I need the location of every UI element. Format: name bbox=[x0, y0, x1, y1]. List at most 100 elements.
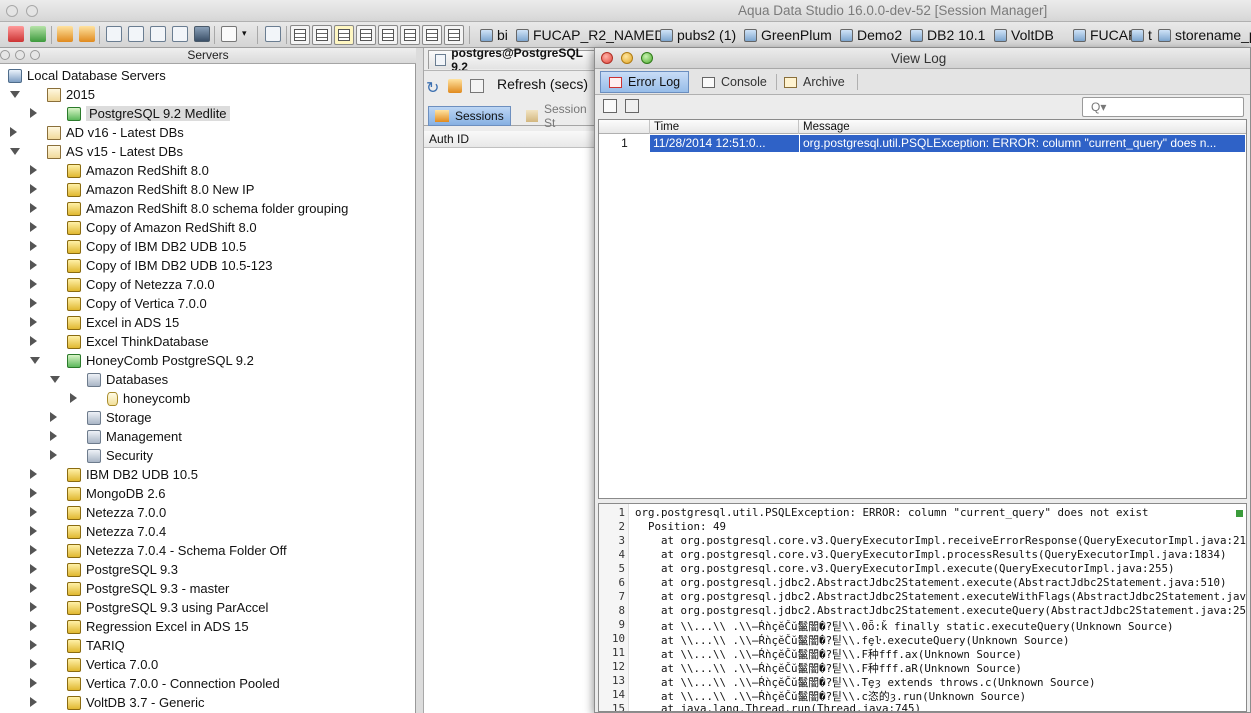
tree-item[interactable]: Copy of Netezza 7.0.0 bbox=[30, 275, 215, 294]
tab-session-statistics[interactable]: Session St bbox=[520, 102, 599, 130]
panel-minimize-icon[interactable] bbox=[15, 50, 25, 60]
expand-arrow-icon[interactable] bbox=[30, 488, 37, 498]
chart-view-icon[interactable] bbox=[444, 25, 464, 45]
collapse-arrow-icon[interactable] bbox=[10, 148, 20, 155]
tree-view-icon[interactable] bbox=[400, 25, 420, 45]
tab-session-manager[interactable]: postgres@PostgreSQL 9.2 bbox=[428, 46, 599, 74]
tree-item[interactable]: Copy of Vertica 7.0.0 bbox=[30, 294, 207, 313]
tree-item[interactable]: Netezza 7.0.4 bbox=[30, 522, 166, 541]
refresh-icon[interactable]: ↻ bbox=[426, 78, 439, 98]
entity-diagram-icon[interactable] bbox=[194, 26, 210, 42]
pivot-view-icon[interactable] bbox=[378, 25, 398, 45]
window-minimize-button[interactable] bbox=[26, 5, 38, 17]
tree-item[interactable]: honeycomb bbox=[70, 389, 190, 408]
expand-arrow-icon[interactable] bbox=[30, 203, 37, 213]
tree-item[interactable]: Vertica 7.0.0 - Connection Pooled bbox=[30, 674, 280, 693]
expand-arrow-icon[interactable] bbox=[30, 108, 37, 118]
visual-explain-icon[interactable] bbox=[150, 26, 166, 42]
expand-arrow-icon[interactable] bbox=[30, 317, 37, 327]
tree-item[interactable]: PostgreSQL 9.3 using ParAccel bbox=[30, 598, 268, 617]
column-header-message[interactable]: Message bbox=[799, 120, 1246, 134]
bookmark-0[interactable]: bi bbox=[480, 25, 508, 45]
column-header-auth-id[interactable]: Auth ID bbox=[424, 131, 599, 148]
expand-arrow-icon[interactable] bbox=[70, 393, 77, 403]
collapse-arrow-icon[interactable] bbox=[10, 91, 20, 98]
notes-view-icon[interactable] bbox=[334, 25, 354, 45]
time-cell[interactable]: 11/28/2014 12:51:0... bbox=[650, 135, 799, 152]
panel-splitter[interactable] bbox=[416, 48, 424, 713]
schema-compare-icon[interactable] bbox=[172, 26, 188, 42]
tree-item[interactable]: Netezza 7.0.4 - Schema Folder Off bbox=[30, 541, 287, 560]
message-cell[interactable]: org.postgresql.util.PSQLException: ERROR… bbox=[799, 135, 1245, 152]
bookmark-1[interactable]: FUCAP_R2_NAMED bbox=[516, 25, 664, 45]
expand-arrow-icon[interactable] bbox=[30, 659, 37, 669]
tree-item[interactable]: HoneyComb PostgreSQL 9.2 bbox=[30, 351, 254, 370]
tree-item[interactable]: Copy of IBM DB2 UDB 10.5 bbox=[30, 237, 246, 256]
tree-item[interactable]: PostgreSQL 9.3 bbox=[30, 560, 178, 579]
column-header-row-number[interactable] bbox=[599, 120, 650, 134]
expand-arrow-icon[interactable] bbox=[30, 545, 37, 555]
expand-arrow-icon[interactable] bbox=[50, 431, 57, 441]
expand-arrow-icon[interactable] bbox=[30, 526, 37, 536]
tree-item[interactable]: TARIQ bbox=[30, 636, 125, 655]
expand-arrow-icon[interactable] bbox=[30, 469, 37, 479]
edit-server-icon[interactable] bbox=[79, 26, 95, 42]
expand-arrow-icon[interactable] bbox=[30, 241, 37, 251]
expand-arrow-icon[interactable] bbox=[30, 583, 37, 593]
dropdown-arrow-icon[interactable]: ▾ bbox=[242, 28, 247, 39]
table-row[interactable]: 1 11/28/2014 12:51:0... org.postgresql.u… bbox=[599, 135, 1246, 152]
tree-item[interactable]: 2015 bbox=[10, 85, 95, 104]
tree-item[interactable]: Netezza 7.0.0 bbox=[30, 503, 166, 522]
tree-item[interactable]: AD v16 - Latest DBs bbox=[10, 123, 184, 142]
expand-arrow-icon[interactable] bbox=[50, 412, 57, 422]
clear-log-icon[interactable] bbox=[603, 99, 617, 113]
copy-icon[interactable] bbox=[470, 79, 484, 93]
view-log-minimize-button[interactable] bbox=[621, 52, 633, 64]
bookmark-8[interactable]: t bbox=[1131, 25, 1152, 45]
new-document-icon[interactable] bbox=[221, 26, 237, 42]
tree-item[interactable]: Management bbox=[50, 427, 182, 446]
grid-view-icon[interactable] bbox=[290, 25, 310, 45]
copy-log-icon[interactable] bbox=[625, 99, 639, 113]
tab-console[interactable]: Console bbox=[694, 71, 775, 93]
expand-arrow-icon[interactable] bbox=[30, 165, 37, 175]
tree-item[interactable]: Copy of Amazon RedShift 8.0 bbox=[30, 218, 257, 237]
register-server-icon[interactable] bbox=[57, 26, 73, 42]
connect-icon[interactable] bbox=[30, 26, 46, 42]
tree-item[interactable]: Storage bbox=[50, 408, 152, 427]
tab-sessions[interactable]: Sessions bbox=[428, 106, 511, 126]
tree-item[interactable]: Excel ThinkDatabase bbox=[30, 332, 209, 351]
tree-item[interactable]: AS v15 - Latest DBs bbox=[10, 142, 183, 161]
expand-arrow-icon[interactable] bbox=[30, 298, 37, 308]
collapse-arrow-icon[interactable] bbox=[30, 357, 40, 364]
expand-arrow-icon[interactable] bbox=[30, 222, 37, 232]
tree-item[interactable]: Copy of IBM DB2 UDB 10.5-123 bbox=[30, 256, 272, 275]
bookmark-4[interactable]: Demo2 bbox=[840, 25, 902, 45]
tree-item[interactable]: Excel in ADS 15 bbox=[30, 313, 179, 332]
expand-arrow-icon[interactable] bbox=[30, 678, 37, 688]
tab-archive[interactable]: Archive bbox=[776, 71, 853, 93]
tree-item[interactable]: Amazon RedShift 8.0 schema folder groupi… bbox=[30, 199, 348, 218]
bookmark-6[interactable]: VoltDB bbox=[994, 25, 1054, 45]
tree-item[interactable]: Regression Excel in ADS 15 bbox=[30, 617, 249, 636]
tree-item[interactable]: Amazon RedShift 8.0 New IP bbox=[30, 180, 254, 199]
expand-arrow-icon[interactable] bbox=[30, 697, 37, 707]
bookmark-7[interactable]: FUCAP bbox=[1073, 25, 1137, 45]
query-analyzer-icon[interactable] bbox=[128, 26, 144, 42]
bookmark-9[interactable]: storename_p bbox=[1158, 25, 1251, 45]
tree-item[interactable]: Vertica 7.0.0 bbox=[30, 655, 158, 674]
stack-trace-viewer[interactable]: 1 org.postgresql.util.PSQLException: ERRO… bbox=[598, 503, 1247, 712]
tree-item[interactable]: Amazon RedShift 8.0 bbox=[30, 161, 209, 180]
expand-arrow-icon[interactable] bbox=[30, 602, 37, 612]
tree-item[interactable]: MongoDB 2.6 bbox=[30, 484, 166, 503]
table-view-icon[interactable] bbox=[356, 25, 376, 45]
split-view-icon[interactable] bbox=[312, 25, 332, 45]
tree-item[interactable]: IBM DB2 UDB 10.5 bbox=[30, 465, 198, 484]
view-log-close-button[interactable] bbox=[601, 52, 613, 64]
column-header-time[interactable]: Time bbox=[650, 120, 799, 134]
tree-item[interactable]: VoltDB 3.7 - Generic bbox=[30, 693, 205, 712]
log-search-input[interactable]: Q▾ bbox=[1082, 97, 1244, 117]
window-close-button[interactable] bbox=[6, 5, 18, 17]
bookmark-2[interactable]: pubs2 (1) bbox=[660, 25, 736, 45]
panel-close-icon[interactable] bbox=[0, 50, 10, 60]
